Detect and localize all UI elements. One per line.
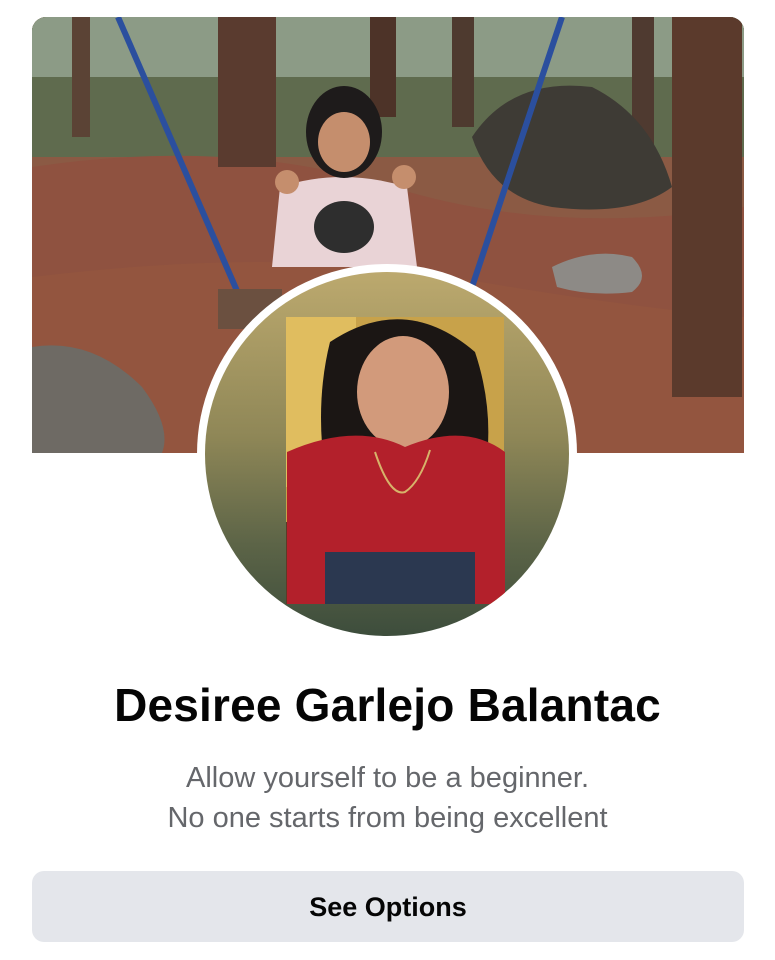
profile-photo xyxy=(205,272,569,636)
bio-line-2: No one starts from being excellent xyxy=(167,802,608,834)
profile-picture[interactable] xyxy=(197,264,577,644)
profile-page: Desiree Garlejo Balantac Allow yourself … xyxy=(0,0,775,960)
profile-name: Desiree Garlejo Balantac xyxy=(114,679,661,731)
profile-bio: Allow yourself to be a beginner. No one … xyxy=(0,758,775,838)
profile-photo-image xyxy=(286,317,505,604)
bio-line-1: Allow yourself to be a beginner. xyxy=(185,762,590,794)
see-options-button[interactable]: See Options xyxy=(32,871,744,942)
